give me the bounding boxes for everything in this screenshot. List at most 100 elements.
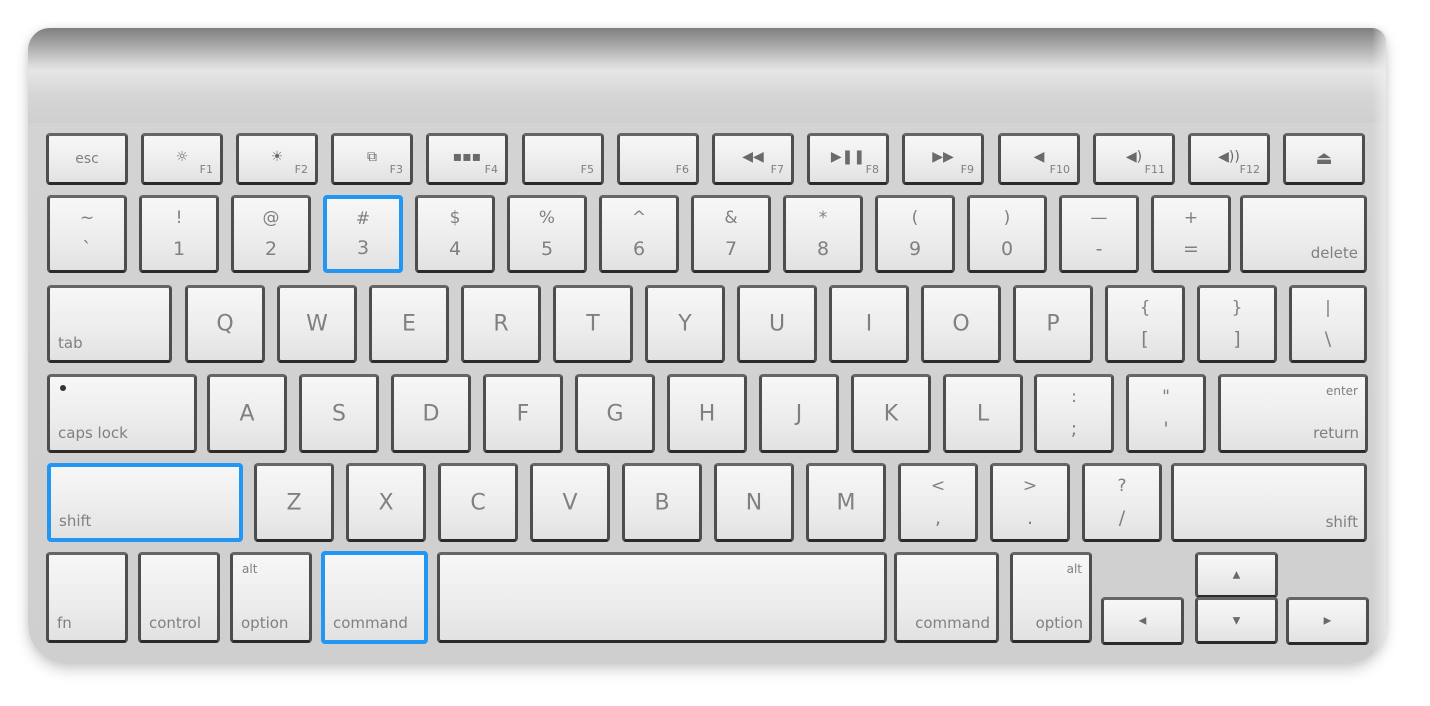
key-f9[interactable]: ▶▶ F9 bbox=[902, 133, 984, 185]
key-e[interactable]: E bbox=[369, 285, 449, 363]
key-right-command[interactable]: command bbox=[894, 552, 999, 643]
key-arrow-up[interactable]: ▲ bbox=[1195, 552, 1278, 598]
key-k[interactable]: K bbox=[851, 374, 931, 453]
key--[interactable]: — - bbox=[1059, 195, 1139, 273]
key-space[interactable] bbox=[437, 552, 887, 643]
key-z[interactable]: Z bbox=[254, 463, 334, 542]
key-f4[interactable]: ▪▪▪ F4 bbox=[426, 133, 508, 185]
key-f[interactable]: F bbox=[483, 374, 563, 453]
key-s[interactable]: S bbox=[299, 374, 379, 453]
key-f1[interactable]: ☼ F1 bbox=[141, 133, 223, 185]
shift-label: ! bbox=[175, 208, 183, 228]
key-6[interactable]: ^ 6 bbox=[599, 195, 679, 273]
key-label: 7 bbox=[724, 238, 738, 260]
key-label: ' bbox=[1163, 418, 1169, 440]
key-punct2-1[interactable]: >. bbox=[990, 463, 1070, 542]
key-punct-0[interactable]: :; bbox=[1034, 374, 1114, 453]
key-left-option[interactable]: alt option bbox=[230, 552, 312, 643]
key-f10[interactable]: ◀ F10 bbox=[998, 133, 1080, 185]
key-arrow-right[interactable]: ▶ bbox=[1286, 597, 1369, 645]
key-bracket-0[interactable]: {[ bbox=[1105, 285, 1185, 363]
key-right-option[interactable]: alt option bbox=[1010, 552, 1092, 643]
key-7[interactable]: & 7 bbox=[691, 195, 771, 273]
key-h[interactable]: H bbox=[667, 374, 747, 453]
key-r[interactable]: R bbox=[461, 285, 541, 363]
key-`[interactable]: ~ ` bbox=[47, 195, 127, 273]
key-label: N bbox=[745, 490, 763, 515]
fn-number-label: F8 bbox=[865, 163, 879, 176]
key-3[interactable]: #3 bbox=[323, 195, 403, 273]
key-bracket-1[interactable]: }] bbox=[1197, 285, 1277, 363]
key-right-shift[interactable]: shift bbox=[1171, 463, 1367, 542]
key-punct2-0[interactable]: <, bbox=[898, 463, 978, 542]
key-punct2-2[interactable]: ? / bbox=[1082, 463, 1162, 542]
key-c[interactable]: C bbox=[438, 463, 518, 542]
key-=[interactable]: + = bbox=[1151, 195, 1231, 273]
key-f11[interactable]: ◀) F11 bbox=[1093, 133, 1175, 185]
key-arrow-left[interactable]: ◀ bbox=[1101, 597, 1184, 645]
key-p[interactable]: P bbox=[1013, 285, 1093, 363]
key-label: L bbox=[976, 401, 990, 426]
key-4[interactable]: $4 bbox=[415, 195, 495, 273]
key-0[interactable]: ) 0 bbox=[967, 195, 1047, 273]
key-label: U bbox=[768, 311, 786, 337]
key-f5[interactable]: F5 bbox=[522, 133, 604, 185]
key-esc[interactable]: esc bbox=[46, 133, 128, 185]
key-d[interactable]: D bbox=[391, 374, 471, 453]
key-1[interactable]: ! 1 bbox=[139, 195, 219, 273]
key-f3[interactable]: ⧉ F3 bbox=[331, 133, 413, 185]
key-f12[interactable]: ◀)) F12 bbox=[1188, 133, 1270, 185]
key-x[interactable]: X bbox=[346, 463, 426, 542]
key-m[interactable]: M bbox=[806, 463, 886, 542]
key-bracket-2[interactable]: | \ bbox=[1289, 285, 1367, 363]
key-delete[interactable]: delete bbox=[1240, 195, 1367, 273]
key-return[interactable]: enter return bbox=[1218, 374, 1368, 453]
key-f7[interactable]: ◀◀ F7 bbox=[712, 133, 794, 185]
key-label: alt bbox=[242, 562, 258, 576]
key-left-shift[interactable]: shift bbox=[47, 463, 243, 542]
key-arrow-down[interactable]: ▼ bbox=[1195, 597, 1278, 644]
key-8[interactable]: * 8 bbox=[783, 195, 863, 273]
key-label: C bbox=[470, 490, 486, 515]
key-label: tab bbox=[58, 334, 83, 352]
key-punct-1[interactable]: " ' bbox=[1126, 374, 1206, 453]
key-label: = bbox=[1183, 238, 1199, 260]
shift-label: $ bbox=[449, 208, 461, 228]
key-f6[interactable]: F6 bbox=[617, 133, 699, 185]
key-label: X bbox=[378, 490, 394, 515]
key-q[interactable]: Q bbox=[185, 285, 265, 363]
key-n[interactable]: N bbox=[714, 463, 794, 542]
key-l[interactable]: L bbox=[943, 374, 1023, 453]
keyboard-edge bbox=[1372, 28, 1386, 664]
key-label: J bbox=[795, 401, 803, 426]
key-i[interactable]: I bbox=[829, 285, 909, 363]
key-f2[interactable]: ☀ F2 bbox=[236, 133, 318, 185]
key-tab[interactable]: tab bbox=[47, 285, 172, 363]
fn-number-label: F2 bbox=[294, 163, 308, 176]
key-2[interactable]: @2 bbox=[231, 195, 311, 273]
key-b[interactable]: B bbox=[622, 463, 702, 542]
key-y[interactable]: Y bbox=[645, 285, 725, 363]
key-5[interactable]: % 5 bbox=[507, 195, 587, 273]
key-label: D bbox=[422, 401, 440, 426]
key-w[interactable]: W bbox=[277, 285, 357, 363]
key-j[interactable]: J bbox=[759, 374, 839, 453]
key-a[interactable]: A bbox=[207, 374, 287, 453]
key-label: 0 bbox=[1000, 238, 1014, 260]
key-o[interactable]: O bbox=[921, 285, 1001, 363]
key-label: caps lock bbox=[58, 424, 128, 442]
key-v[interactable]: V bbox=[530, 463, 610, 542]
shift-label: " bbox=[1162, 387, 1170, 407]
key-9[interactable]: (9 bbox=[875, 195, 955, 273]
key-u[interactable]: U bbox=[737, 285, 817, 363]
key-caps-lock[interactable]: caps lock bbox=[47, 374, 197, 453]
shift-label: } bbox=[1231, 298, 1243, 318]
key-eject[interactable]: ⏏ bbox=[1283, 133, 1365, 185]
key-t[interactable]: T bbox=[553, 285, 633, 363]
key-left-command[interactable]: command bbox=[321, 551, 428, 644]
key-control[interactable]: control bbox=[138, 552, 220, 643]
key-f8[interactable]: ▶❚❚ F8 bbox=[807, 133, 889, 185]
key-label: Q bbox=[216, 311, 234, 337]
key-fn[interactable]: fn bbox=[46, 552, 128, 643]
key-g[interactable]: G bbox=[575, 374, 655, 453]
